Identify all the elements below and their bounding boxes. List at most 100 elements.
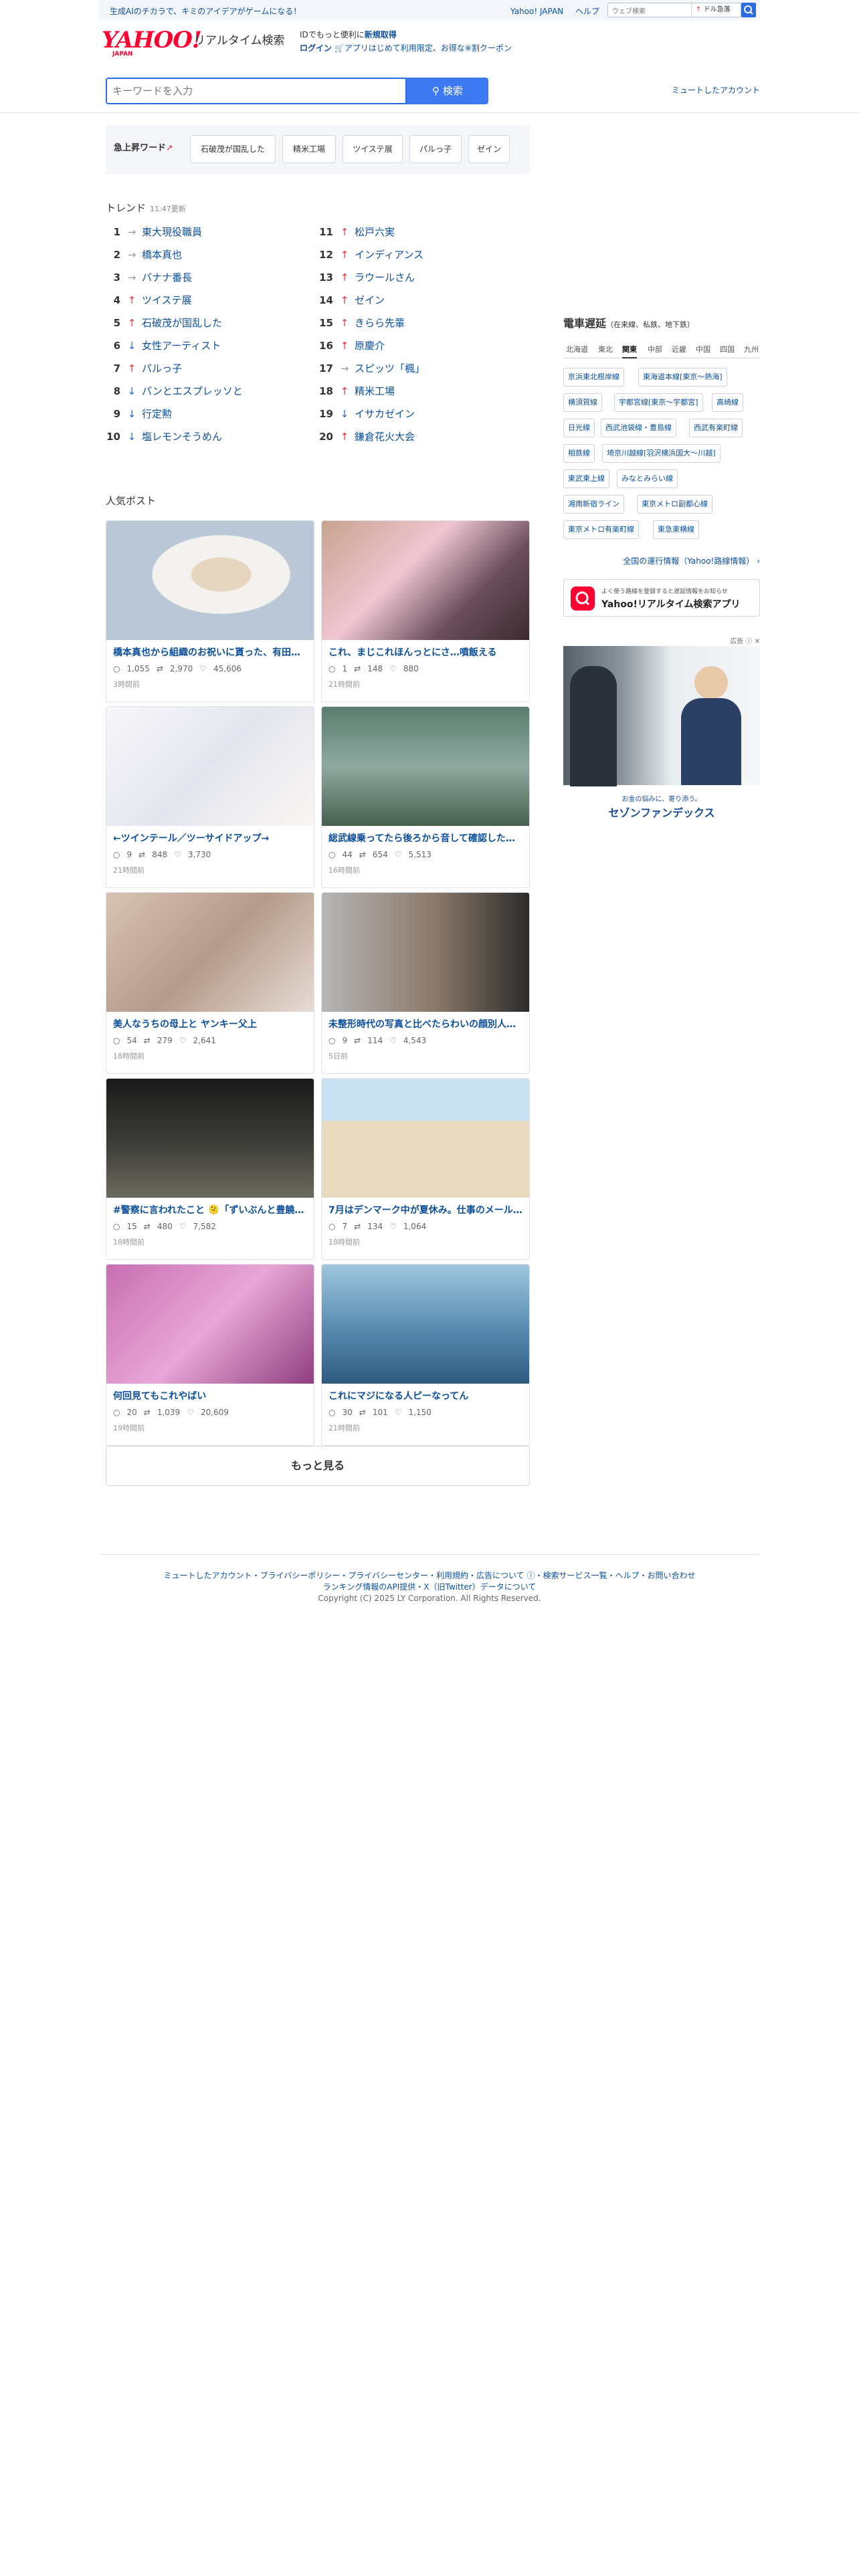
web-search-button[interactable]	[741, 3, 756, 17]
trend-up-arrow-icon: ↑	[127, 317, 136, 329]
yahoo-japan-link[interactable]: Yahoo! JAPAN	[510, 7, 563, 16]
search-button[interactable]: ⚲ 検索	[407, 78, 488, 104]
post-caption: 美人なうちの母上と ヤンキー父上	[113, 1019, 257, 1030]
trend-item[interactable]: 1 → 東大現役職員	[106, 222, 306, 242]
post-time: 21時間前	[328, 680, 360, 689]
tab-hokkaido[interactable]: 北海道	[566, 344, 588, 354]
trend-item[interactable]: 13 ↑ ラウールさん	[318, 267, 519, 288]
trend-down-arrow-icon: ↓	[127, 340, 136, 352]
trend-item[interactable]: 9 ↓ 行定勲	[106, 404, 306, 424]
delayed-line-link[interactable]: 東武東上線	[563, 469, 609, 488]
delayed-line-link[interactable]: 日光線	[563, 419, 595, 437]
trend-item[interactable]: 3 → パナナ番長	[106, 267, 306, 288]
trend-item[interactable]: 11 ↑ 松戸六実	[318, 222, 519, 242]
trend-item[interactable]: 14 ↑ ゼイン	[318, 290, 519, 310]
trend-item[interactable]: 4 ↑ ツイステ展	[106, 290, 306, 310]
footer-links[interactable]: ミュートしたアカウント・プライバシーポリシー・プライバシーセンター・利用規約・広…	[99, 1570, 760, 1582]
app-coupon-link[interactable]: アプリはじめて利用限定、お得な※割クーポン	[345, 43, 512, 53]
post-card[interactable]: #警察に言われたこと 🫠「ずいぶんと豊饒潔… ○ 15 ⇄ 480 ♡ 7,582 18時間前	[106, 1078, 314, 1260]
delayed-line-link[interactable]: 高崎線	[712, 393, 743, 412]
delayed-line-link[interactable]: 東京メトロ副都心線	[637, 495, 712, 514]
search-input[interactable]	[107, 79, 405, 103]
cart-icon: 🛒	[334, 43, 345, 53]
delayed-line-link[interactable]: 相鉄線	[563, 444, 595, 463]
post-stats: ○ 30 ⇄ 101 ♡ 1,150	[328, 1408, 438, 1417]
delayed-line-link[interactable]: 東急東横線	[653, 520, 699, 539]
rising-chip[interactable]: ツイステ展	[343, 135, 403, 163]
footer-api-links[interactable]: ランキング情報のAPI提供・X（旧Twitter）データについて	[99, 1582, 760, 1593]
more-button[interactable]: もっと見る	[106, 1446, 530, 1486]
trend-name: 鎌倉花火大会	[355, 431, 415, 443]
trend-item[interactable]: 16 ↑ 原慶介	[318, 336, 519, 356]
delayed-line-link[interactable]: 埼京川越線[羽沢横浜国大〜川越]	[602, 444, 721, 463]
trend-item[interactable]: 12 ↑ インディアンス	[318, 245, 519, 265]
post-image	[322, 707, 529, 826]
app-banner[interactable]: よく使う路線を登録すると遅延情報をお知らせ Yahoo!リアルタイム検索アプリ	[563, 579, 760, 617]
promo-link[interactable]: 生成AIのチカラで、キミのアイデアがゲームになる！	[110, 5, 301, 17]
rising-chip[interactable]: 石破茂が国乱した	[190, 135, 276, 163]
delayed-line-link[interactable]: 横須賀線	[563, 393, 602, 412]
login-link[interactable]: ログイン	[300, 43, 332, 53]
help-link[interactable]: ヘルプ	[575, 7, 599, 16]
delayed-line-link[interactable]: 西武有楽町線	[689, 419, 743, 437]
reply-count: 9	[126, 850, 132, 859]
all-train-info-link[interactable]: 全国の運行情報（Yahoo!路線情報） ›	[623, 555, 760, 566]
tab-kyushu[interactable]: 九州	[744, 344, 759, 354]
trend-item[interactable]: 5 ↑ 石破茂が国乱した	[106, 313, 306, 333]
post-card[interactable]: これにマジになる人ピーなってん ○ 30 ⇄ 101 ♡ 1,150 21時間前	[321, 1264, 530, 1446]
trend-item[interactable]: 7 ↑ パルっ子	[106, 358, 306, 379]
tab-tohoku[interactable]: 東北	[598, 344, 613, 354]
reply-icon: ○	[328, 1408, 336, 1417]
post-card[interactable]: ←ツインテール／ツーサイドアップ→ ○ 9 ⇄ 848 ♡ 3,730 21時間前	[106, 706, 314, 888]
post-stats: ○ 20 ⇄ 1,039 ♡ 20,609	[113, 1408, 235, 1417]
rising-chip[interactable]: 精米工場	[282, 135, 336, 163]
yahoo-logo[interactable]: YAHOO!	[102, 27, 202, 53]
delayed-line-link[interactable]: 東京メトロ有楽町線	[563, 520, 639, 539]
post-card[interactable]: 総武線乗ってたら後ろから音して確認したら… ○ 44 ⇄ 654 ♡ 5,513 16時間前	[321, 706, 530, 888]
tab-kanto[interactable]: 関東	[622, 344, 637, 358]
tab-kinki[interactable]: 近畿	[672, 344, 686, 354]
trending-suggestion[interactable]: ↑ ドル急落	[691, 3, 741, 17]
post-card[interactable]: これ、まじこれほんっとにさ…噴飯える ○ 1 ⇄ 148 ♡ 880 21時間前	[321, 520, 530, 702]
trend-item[interactable]: 19 ↓ イサカゼイン	[318, 404, 519, 424]
rising-chip[interactable]: パルっ子	[409, 135, 462, 163]
web-search-input[interactable]	[608, 5, 688, 19]
delayed-line-link[interactable]: 東海道本線[東京〜熱海]	[638, 368, 727, 387]
site-title[interactable]: リアルタイム検索	[194, 31, 285, 47]
tab-shikoku[interactable]: 四国	[720, 344, 735, 354]
post-card[interactable]: 何回見てもこれやばい ○ 20 ⇄ 1,039 ♡ 20,609 19時間前	[106, 1264, 314, 1446]
delayed-line-link[interactable]: 湘南新宿ライン	[563, 495, 624, 514]
trend-item[interactable]: 17 → スピッツ「楓」	[318, 358, 519, 379]
delayed-line-link[interactable]: みなとみらい線	[617, 469, 678, 488]
trend-flat-arrow-icon: →	[127, 272, 136, 284]
delayed-line-link[interactable]: 京浜東北根岸線	[563, 368, 624, 387]
register-link[interactable]: 新規取得	[365, 30, 397, 39]
trend-rank: 6	[113, 340, 120, 352]
trend-item[interactable]: 20 ↑ 鎌倉花火大会	[318, 427, 519, 447]
post-card[interactable]: 橋本真也から組織のお祝いに貰った、有田焼の… ○ 1,055 ⇄ 2,970 ♡ 45,60…	[106, 520, 314, 702]
retweet-count: 1,039	[157, 1408, 181, 1417]
trend-down-arrow-icon: ↓	[127, 431, 136, 443]
trend-rank: 5	[113, 317, 120, 329]
post-card[interactable]: 7月はデンマーク中が夏休み。仕事のメール… ○ 7 ⇄ 134 ♡ 1,064 18時間前	[321, 1078, 530, 1260]
trend-item[interactable]: 10 ↓ 塩レモンそうめん	[106, 427, 306, 447]
like-icon: ♡	[174, 850, 181, 859]
trend-down-arrow-icon: ↓	[127, 408, 136, 420]
trend-item[interactable]: 6 ↓ 女性アーティスト	[106, 336, 306, 356]
trend-item[interactable]: 18 ↑ 精米工場	[318, 381, 519, 401]
trend-item[interactable]: 8 ↓ パンとエスプレッソと	[106, 381, 306, 401]
post-card[interactable]: 未整形時代の写真と比べたらわいの顔別人… ○ 9 ⇄ 114 ♡ 4,543 5日前	[321, 892, 530, 1074]
delayed-line-link[interactable]: 宇都宮線[東京〜宇都宮]	[614, 393, 703, 412]
like-icon: ♡	[179, 1036, 187, 1045]
reply-icon: ○	[328, 1036, 336, 1045]
post-card[interactable]: 美人なうちの母上と ヤンキー父上 ○ 54 ⇄ 279 ♡ 2,641 18時間前	[106, 892, 314, 1074]
ad-person-right-body	[681, 698, 741, 785]
delayed-line-link[interactable]: 西武池袋線・豊島線	[601, 419, 676, 437]
trend-item[interactable]: 2 → 橋本真也	[106, 245, 306, 265]
rising-chip[interactable]: ゼイン	[468, 135, 510, 163]
trend-item[interactable]: 15 ↑ きらら先輩	[318, 313, 519, 333]
tab-chubu[interactable]: 中部	[648, 344, 662, 354]
muted-accounts-link[interactable]: ミュートしたアカウント	[672, 84, 760, 96]
ad-block[interactable]: 広告 ⓘ ✕ お金の悩みに、寄り添う。 セゾンファンデックス	[563, 635, 760, 823]
tab-chugoku[interactable]: 中国	[696, 344, 710, 354]
